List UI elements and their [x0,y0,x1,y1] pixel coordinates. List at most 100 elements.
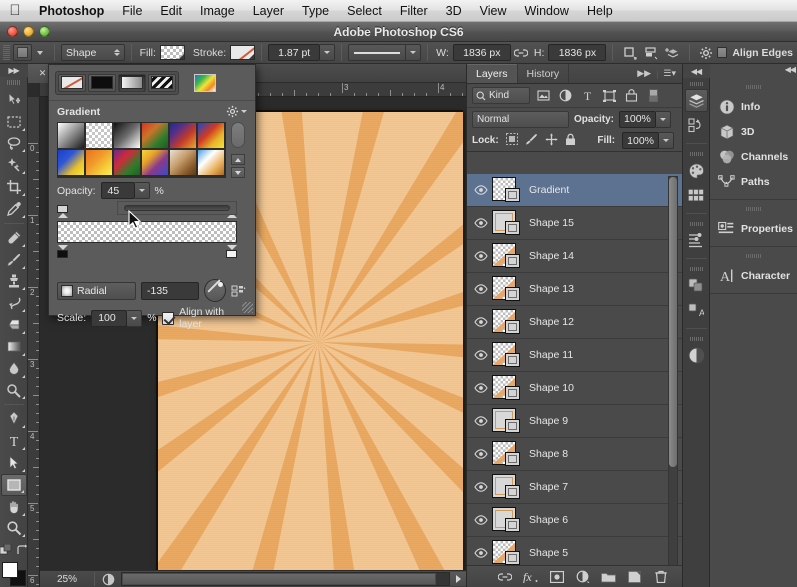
smart-object-filter-icon[interactable] [622,87,640,104]
link-icon[interactable] [511,44,532,62]
layer-visibility-icon[interactable] [470,515,492,525]
horizontal-scrollbar[interactable] [121,572,450,586]
menu-item-edit[interactable]: Edit [151,0,191,22]
gradient-preset-swatch[interactable] [58,150,84,175]
layer-thumbnail[interactable] [492,243,522,269]
gradient-preset-swatch[interactable] [142,123,168,148]
mask-dock-icon[interactable] [685,344,708,367]
layers-scrollbar[interactable] [668,176,678,587]
gradient-none-button[interactable] [58,73,86,92]
foreground-color-swatch[interactable] [1,562,18,579]
new-group-icon[interactable] [601,569,616,584]
lock-position-icon[interactable] [545,133,558,149]
history-dock-icon[interactable] [685,114,708,137]
filter-toggle-icon[interactable] [644,87,662,104]
layer-filter-kind-select[interactable]: Kind [472,87,530,104]
vertical-ruler[interactable]: 0123456 [28,97,40,587]
collapse-arrows-icon[interactable]: ◀◀ [785,65,796,74]
panel-gear-icon[interactable] [226,105,247,118]
layer-thumbnail[interactable] [492,474,522,500]
swatches-dock-icon[interactable] [685,184,708,207]
table-row[interactable]: Shape 8 [467,438,682,471]
options-bar-grip[interactable] [3,44,10,61]
gradient-gradient-button[interactable] [118,73,146,92]
table-row[interactable]: Shape 14 [467,240,682,273]
fill-field[interactable]: 100% [622,132,659,149]
dock-group-grip[interactable] [745,207,762,211]
scrollbar-thumb[interactable] [669,177,677,467]
menu-item-3d[interactable]: 3D [437,0,471,22]
menu-item-image[interactable]: Image [191,0,244,22]
table-row[interactable]: Shape 6 [467,504,682,537]
lock-transparent-pixels-icon[interactable] [505,133,518,148]
zoom-level[interactable]: 25% [40,574,94,585]
menu-item-help[interactable]: Help [578,0,622,22]
blur-tool[interactable] [1,358,27,380]
gradient-bar[interactable] [57,221,237,243]
rectangle-tool[interactable] [0,473,27,496]
gradient-preset-swatch[interactable] [198,150,224,175]
gradient-style-select[interactable]: Radial [57,281,136,300]
styles-dock-icon[interactable] [685,274,708,297]
scroll-down-arrow-icon[interactable] [231,167,245,178]
layer-thumbnail[interactable] [492,177,522,203]
gradient-preset-swatch[interactable] [198,123,224,148]
apple-logo-icon[interactable]:  [0,3,30,18]
layer-thumbnail[interactable] [492,342,522,368]
gradient-tool[interactable] [1,336,27,358]
adjustment-layer-filter-icon[interactable] [556,87,574,104]
gradient-presets-scrollbar[interactable] [230,122,246,178]
menu-item-type[interactable]: Type [293,0,338,22]
delete-layer-icon[interactable] [653,569,668,584]
layer-opacity-dropdown[interactable] [655,110,671,128]
layer-thumbnail[interactable] [492,408,522,434]
path-operations-icon[interactable] [619,44,640,62]
table-row[interactable]: Shape 10 [467,372,682,405]
layer-opacity-field[interactable]: 100% [619,110,656,128]
dodge-tool[interactable] [1,380,27,402]
layer-visibility-icon[interactable] [470,350,492,360]
dock-grip[interactable] [689,337,703,341]
stroke-width-field[interactable]: 1.87 pt [268,44,321,61]
dock-grip[interactable] [689,267,703,271]
panel-menu-icon[interactable]: ☰▾ [663,68,676,79]
height-field[interactable]: 1836 px [548,44,607,61]
color-dock-icon[interactable] [685,159,708,182]
layer-thumbnail[interactable] [492,507,522,533]
default-colors-icon[interactable] [0,544,12,556]
dock-item-3d[interactable]: 3D [710,119,797,144]
shape-mode-select[interactable]: Shape [60,44,125,61]
layer-visibility-icon[interactable] [470,251,492,261]
link-layers-icon[interactable] [497,569,512,584]
history-brush-tool[interactable] [1,292,27,314]
layer-visibility-icon[interactable] [470,383,492,393]
align-edges-checkbox[interactable] [716,47,728,58]
menu-item-layer[interactable]: Layer [244,0,293,22]
type-layer-filter-icon[interactable]: T [578,87,596,104]
layer-visibility-icon[interactable] [470,449,492,459]
layer-style-fx-icon[interactable]: fx [523,569,538,584]
document-info-icon[interactable] [95,573,121,586]
crop-tool[interactable] [1,176,27,198]
gradient-preset-swatch[interactable] [58,123,84,148]
scroll-right-arrow-icon[interactable] [450,572,466,586]
menu-item-select[interactable]: Select [338,0,391,22]
table-row[interactable]: Shape 15 [467,207,682,240]
collapse-arrows-icon[interactable]: ▶▶ [637,68,651,79]
scale-field[interactable]: 100 [91,309,128,327]
pen-tool[interactable] [1,408,27,430]
layer-thumbnail[interactable] [492,441,522,467]
opacity-stop-left[interactable] [57,205,68,218]
rectangular-marquee-tool[interactable] [1,111,27,133]
panel-resize-handle[interactable] [242,302,253,313]
character-styles-dock-icon[interactable]: A [685,299,708,322]
table-row[interactable]: Shape 12 [467,306,682,339]
gear-icon[interactable] [696,44,717,62]
dock-group-grip[interactable] [745,254,762,258]
brush-tool[interactable] [1,249,27,271]
spot-healing-brush-tool[interactable] [1,227,27,249]
menu-item-file[interactable]: File [113,0,151,22]
layer-visibility-icon[interactable] [470,185,492,195]
toolbar-grip[interactable] [6,80,21,86]
color-stop-left[interactable] [57,245,68,258]
